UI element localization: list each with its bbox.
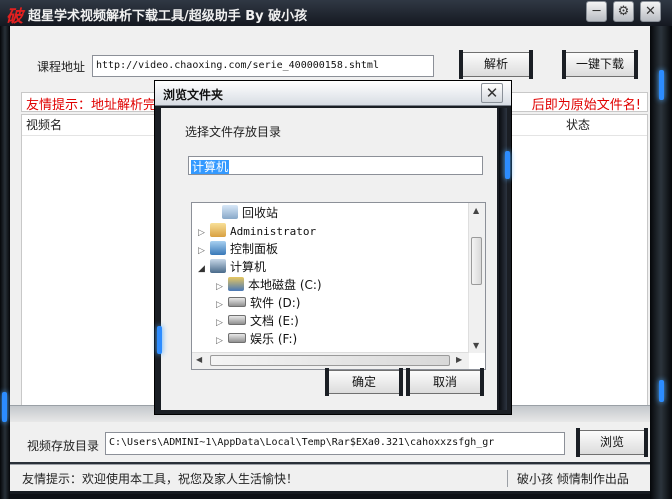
parse-button[interactable]: 解析 [459, 50, 533, 79]
parse-button-label: 解析 [483, 57, 508, 71]
tree-item-drive-c[interactable]: ▷ 本地磁盘 (C:) [216, 276, 322, 294]
notice-text-left: 友情提示：地址解析完 [26, 98, 157, 112]
tree-item-drive-d[interactable]: ▷ 软件 (D:) [216, 294, 300, 312]
close-button[interactable]: ✕ [640, 1, 661, 22]
recycle-bin-icon [222, 205, 238, 219]
notice-text-right: 后即为原始文件名! [531, 98, 641, 112]
tree-item-label: 娱乐 (F:) [250, 332, 298, 346]
tree-item-computer[interactable]: ◢ 计算机 [198, 258, 266, 276]
save-dir-input[interactable]: C:\Users\ADMINI~1\AppData\Local\Temp\Rar… [105, 432, 565, 455]
status-message: 友情提示：欢迎使用本工具，祝您及家人生活愉快！ [22, 472, 299, 486]
download-all-button-label: 一键下载 [575, 57, 624, 71]
frame-glow-right [659, 70, 664, 100]
tree-item-label: 控制面板 [230, 242, 279, 256]
system-drive-icon [228, 277, 244, 291]
course-url-label: 课程地址 [37, 60, 86, 74]
browse-button[interactable]: 浏览 [576, 428, 648, 457]
drive-icon [228, 297, 246, 307]
title-bar[interactable]: 破 超星学术视频解析下载工具/超级助手 By 破小孩 ─ ⚙ ✕ [0, 0, 672, 27]
scroll-left-icon[interactable]: ◀ [196, 355, 202, 364]
dialog-glow-right [505, 151, 510, 179]
window-title: 超星学术视频解析下载工具/超级助手 By 破小孩 [28, 9, 308, 24]
dialog-glow-left [157, 326, 162, 354]
browse-folder-dialog: 浏览文件夹 ✕ 选择文件存放目录 计算机 回收站 ▷ Administrator … [155, 81, 511, 414]
tree-item-label: 计算机 [230, 260, 267, 274]
course-url-input[interactable]: http://video.chaoxing.com/serie_40000015… [92, 55, 434, 77]
status-credit: 破小孩 倾情制作出品 [507, 470, 629, 487]
drive-icon [228, 315, 246, 325]
tree-item-administrator[interactable]: ▷ Administrator [198, 222, 316, 240]
dialog-close-button[interactable]: ✕ [481, 83, 503, 103]
dialog-cancel-button[interactable]: 取消 [406, 368, 484, 396]
column-header-status[interactable]: 状态 [566, 115, 590, 135]
expand-arrow-icon[interactable]: ▷ [216, 332, 228, 350]
computer-icon [210, 259, 226, 273]
scroll-up-icon[interactable]: ▲ [473, 206, 479, 215]
tree-item-recycle-bin[interactable]: 回收站 [198, 204, 278, 222]
app-logo: 破 [6, 7, 23, 27]
tree-item-label: 软件 (D:) [250, 296, 301, 310]
scroll-thumb-horizontal[interactable] [210, 355, 450, 366]
save-dir-label: 视频存放目录 [27, 439, 100, 453]
column-header-video-name[interactable]: 视频名 [26, 115, 62, 135]
scroll-thumb[interactable] [471, 237, 482, 285]
tree-item-label: 本地磁盘 (C:) [248, 278, 322, 292]
drive-icon [228, 333, 246, 343]
dialog-prompt: 选择文件存放目录 [185, 125, 282, 139]
frame-glow-left [2, 392, 7, 422]
dialog-ok-button[interactable]: 确定 [325, 368, 403, 396]
tree-item-control-panel[interactable]: ▷ 控制面板 [198, 240, 278, 258]
tree-item-drive-f[interactable]: ▷ 娱乐 (F:) [216, 330, 297, 348]
cancel-button-label: 取消 [432, 375, 457, 389]
tree-item-label: 回收站 [242, 206, 279, 220]
browse-button-label: 浏览 [599, 435, 624, 449]
left-frame-edge [0, 26, 10, 499]
scroll-right-icon[interactable]: ▶ [456, 355, 462, 364]
folder-tree[interactable]: 回收站 ▷ Administrator ▷ 控制面板 ◢ 计算机 ▷ 本地磁盘 (C:)… [191, 202, 486, 370]
download-all-button[interactable]: 一键下载 [562, 50, 638, 79]
ok-button-label: 确定 [351, 375, 376, 389]
frame-glow-right-bottom [659, 380, 664, 402]
tree-vertical-scrollbar[interactable]: ▲ ▼ [468, 203, 485, 353]
dialog-title: 浏览文件夹 [163, 88, 224, 102]
folder-name-input[interactable]: 计算机 [188, 156, 483, 175]
status-bar: 友情提示：欢迎使用本工具，祝您及家人生活愉快！ 破小孩 倾情制作出品 [10, 464, 650, 491]
tree-item-label: Administrator [230, 225, 317, 238]
dialog-body: 选择文件存放目录 计算机 回收站 ▷ Administrator ▷ 控制面板 ◢ 计… [161, 108, 497, 410]
settings-button[interactable]: ⚙ [613, 1, 634, 22]
tree-item-label: 文档 (E:) [250, 314, 299, 328]
minimize-button[interactable]: ─ [586, 1, 607, 22]
tree-item-drive-e[interactable]: ▷ 文档 (E:) [216, 312, 299, 330]
dialog-title-bar[interactable]: 浏览文件夹 ✕ [155, 81, 511, 106]
folder-name-selection: 计算机 [191, 160, 230, 174]
collapse-arrow-icon[interactable]: ◢ [198, 260, 210, 278]
user-folder-icon [210, 223, 226, 237]
scroll-down-icon[interactable]: ▼ [473, 341, 479, 350]
control-panel-icon [210, 241, 226, 255]
tree-horizontal-scrollbar[interactable]: ◀ ▶ [192, 352, 469, 369]
